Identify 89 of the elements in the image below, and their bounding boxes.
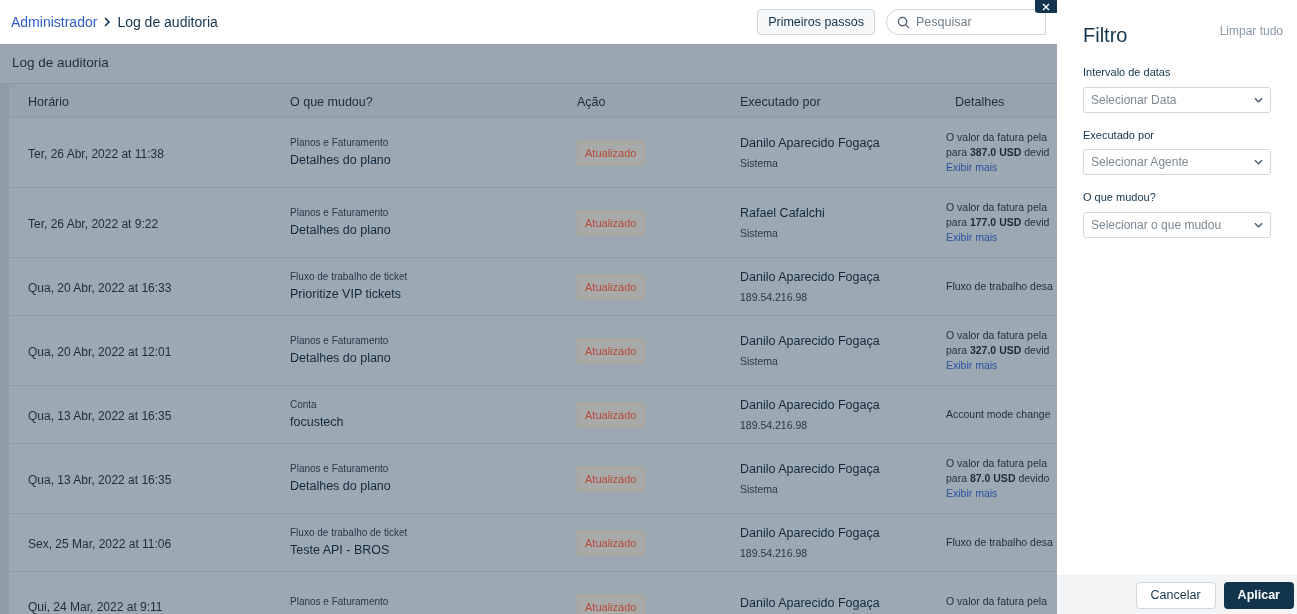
show-more-link[interactable]: Exibir mais [946,230,998,245]
actor-source: 189.54.216.98 [740,289,808,305]
table-cell-text: Teste API - BROS [290,542,390,560]
details-text: O valor da fatura pela [946,130,1047,145]
table-cell: Qua, 20 Abr, 2022 at 16:33 [28,280,172,295]
status-badge: Atualizado [577,338,645,364]
status-badge: Atualizado [577,402,645,428]
table-cell: Sex, 25 Mar, 2022 at 11:06 [28,536,172,551]
actor-source: 189.54.216.98 [740,417,808,433]
show-more-link[interactable]: Exibir mais [946,358,998,373]
category-label: Planos e Faturamento [290,595,389,609]
details-text: O valor da fatura pela [946,328,1047,343]
clear-all-link[interactable]: Limpar tudo [1219,22,1283,40]
show-more-link[interactable]: Exibir mais [946,486,998,501]
table-cell: Ter, 26 Abr, 2022 at 9:22 [28,216,159,231]
details-text: para 177.0 USD devid [946,215,1050,230]
table-cell-text: Detalhes do plano [290,152,391,170]
chevron-down-icon [1254,96,1263,103]
table-cell-text: Detalhes do plano [290,478,391,496]
status-badge: Atualizado [577,140,645,166]
select-field[interactable]: Selecionar Data [1083,86,1271,113]
category-label: Planos e Faturamento [290,136,389,151]
status-badge: Atualizado [577,210,645,236]
column-header: Horário [28,94,69,109]
column-header: Ação [577,94,606,109]
field-label: Executado por [1083,127,1155,143]
chevron-down-icon [1254,221,1263,228]
status-badge: Atualizado [577,274,645,300]
table-cell: Qua, 13 Abr, 2022 at 16:35 [28,472,172,487]
chevron-right-icon [102,17,113,27]
status-badge: Atualizado [577,466,645,492]
table-cell: Qui, 24 Mar, 2022 at 9:11 [28,600,163,614]
details-text: Fluxo de trabalho desa [946,279,1053,294]
actor-name: Danilo Aparecido Fogaça [740,134,880,152]
status-badge: Atualizado [577,595,645,614]
column-header: Executado por [740,94,821,109]
field-label: O que mudou? [1083,190,1157,205]
category-label: Fluxo de trabalho de ticket [290,526,408,541]
details-text: O valor da fatura pela [946,200,1047,215]
table-cell-text: focustech [290,414,344,432]
panel-title: Filtro [1083,23,1128,48]
actor-name: Danilo Aparecido Fogaça [740,268,880,286]
close-button[interactable] [1035,0,1057,13]
category-label: Planos e Faturamento [290,206,389,221]
actor-source: Sistema [740,225,778,241]
actor-name: Danilo Aparecido Fogaça [740,396,880,414]
details-text: Fluxo de trabalho desa [946,535,1053,550]
table-cell-text: Detalhes do plano [290,350,391,368]
cancel-button[interactable]: Cancelar [1135,581,1216,609]
actor-name: Danilo Aparecido Fogaça [740,460,880,478]
field-label: Intervalo de datas [1083,65,1172,80]
select-field[interactable]: Selecionar o que mudou [1083,211,1271,238]
show-more-link[interactable]: Exibir mais [946,160,998,175]
category-label: Conta [290,398,317,413]
page-heading: Log de auditoria [117,12,218,32]
actor-source: Sistema [740,481,778,497]
details-text: para 387.0 USD devid [946,145,1050,160]
column-header: O que mudou? [290,94,373,109]
search-field[interactable]: Pesquisar [886,9,1046,35]
category-label: Planos e Faturamento [290,334,389,349]
actor-source: 189.54.216.98 [740,545,808,561]
actor-name: Rafael Cafalchi [740,204,825,222]
select-field[interactable]: Selecionar Agente [1083,149,1271,175]
details-text: O valor da fatura pela [946,594,1047,609]
breadcrumb-link[interactable]: Administrador [11,11,98,33]
table-cell: Qua, 20 Abr, 2022 at 12:01 [28,344,172,359]
table-cell-text: Prioritize VIP tickets [290,286,401,304]
details-text: para 87.0 USD devido [946,471,1050,486]
column-header: Detalhes [955,94,1005,109]
details-text: O valor da fatura pela [946,456,1047,471]
actor-name: Danilo Aparecido Fogaça [740,595,880,612]
category-label: Fluxo de trabalho de ticket [290,270,408,285]
actor-name: Danilo Aparecido Fogaça [740,524,880,542]
details-text: Account mode change [946,407,1051,422]
status-badge: Atualizado [577,530,645,556]
actor-name: Danilo Aparecido Fogaça [740,332,880,350]
actor-source: Sistema [740,155,778,171]
actor-source: Sistema [740,353,778,369]
details-text: para 327.0 USD devid [946,343,1050,358]
table-cell: Qua, 13 Abr, 2022 at 16:35 [28,408,172,423]
chevron-down-icon [1254,159,1263,165]
search-icon [897,15,910,29]
table-cell: Ter, 26 Abr, 2022 at 11:38 [28,146,164,161]
apply-button[interactable]: Aplicar [1223,581,1294,609]
table-cell-text: Detalhes do plano [290,222,391,240]
section-title: Log de auditoria [12,54,109,73]
getting-started-button[interactable]: Primeiros passos [757,9,875,35]
category-label: Planos e Faturamento [290,462,389,477]
close-icon [1042,2,1050,11]
